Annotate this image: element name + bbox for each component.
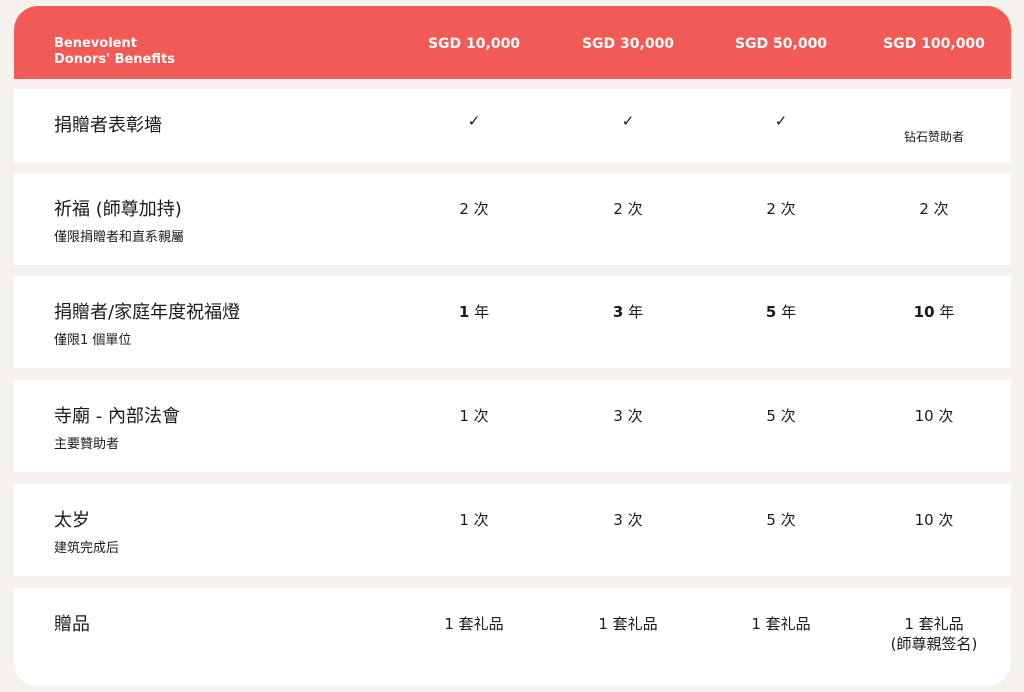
cell-number: 3 — [612, 303, 624, 321]
row-sublabel: 僅限捐贈者和直系親屬 — [54, 230, 185, 245]
row-cell: 1 套礼品 — [751, 615, 811, 633]
row-label: 贈品 — [54, 614, 90, 635]
gift-text: 1 套礼品 — [904, 615, 964, 633]
row-cell: 5 年 — [704, 302, 858, 322]
row-label: 寺廟 - 內部法會 — [54, 406, 180, 427]
table-row: 捐贈者/家庭年度祝福燈 僅限1 個單位 1 年 3 年 5 年 10 年 — [14, 276, 1011, 368]
row-cell: 2 次 — [613, 200, 643, 218]
table-row: 捐贈者表彰墻 ✓ ✓ ✓ 钻石赞助者 — [14, 89, 1011, 163]
cell-unit: 年 — [781, 303, 797, 321]
check-icon: ✓ — [774, 112, 788, 130]
row-label: 祈福 (師尊加持) — [54, 199, 182, 220]
row-cell: 3 次 — [613, 511, 643, 529]
row-cell: 5 次 — [766, 511, 796, 529]
row-sublabel: 主要贊助者 — [54, 437, 120, 452]
row-cell: 3 次 — [613, 407, 643, 425]
tier-30000: SGD 30,000 — [581, 36, 675, 52]
row-cell: 钻石赞助者 — [903, 130, 964, 144]
row-cell: 2 次 — [459, 200, 489, 218]
table-row: 寺廟 - 內部法會 主要贊助者 1 次 3 次 5 次 10 次 — [14, 380, 1011, 472]
table-header: Benevolent Donors' Benefits SGD 10,000 S… — [14, 6, 1011, 79]
header-title-line1: Benevolent — [54, 36, 137, 51]
check-icon: ✓ — [467, 112, 481, 130]
row-label: 捐贈者表彰墻 — [54, 115, 162, 136]
cell-unit: 年 — [939, 303, 955, 321]
check-icon: ✓ — [621, 112, 635, 130]
tier-100000: SGD 100,000 — [883, 36, 985, 52]
row-sublabel: 僅限1 個單位 — [54, 333, 132, 348]
row-label: 太岁 — [54, 510, 90, 531]
row-cell: 1 年 — [397, 302, 551, 322]
row-cell: 10 次 — [914, 407, 954, 425]
header-title-line2: Donors' Benefits — [54, 52, 175, 67]
table-row: 太岁 建筑完成后 1 次 3 次 5 次 10 次 — [14, 484, 1011, 576]
row-cell: 1 套礼品 (師尊親签名) — [857, 614, 1011, 654]
cell-number: 10 — [913, 303, 935, 321]
gift-note: (師尊親签名) — [890, 635, 978, 653]
row-cell: 2 次 — [919, 200, 949, 218]
header-title: Benevolent Donors' Benefits — [54, 36, 175, 68]
row-cell: 1 次 — [459, 407, 489, 425]
tier-10000: SGD 10,000 — [427, 36, 521, 52]
row-label: 捐贈者/家庭年度祝福燈 — [54, 302, 241, 323]
cell-number: 5 — [765, 303, 777, 321]
table-row: 祈福 (師尊加持) 僅限捐贈者和直系親屬 2 次 2 次 2 次 2 次 — [14, 173, 1011, 265]
row-cell: 1 套礼品 — [598, 615, 658, 633]
cell-unit: 年 — [628, 303, 644, 321]
tier-50000: SGD 50,000 — [734, 36, 828, 52]
row-cell: 10 年 — [857, 302, 1011, 322]
benefits-table: Benevolent Donors' Benefits SGD 10,000 S… — [14, 6, 1011, 686]
row-cell: 5 次 — [766, 407, 796, 425]
cell-unit: 年 — [474, 303, 490, 321]
row-cell: 2 次 — [766, 200, 796, 218]
table-row: 贈品 1 套礼品 1 套礼品 1 套礼品 1 套礼品 (師尊親签名) — [14, 588, 1011, 686]
row-cell: 1 套礼品 — [444, 615, 504, 633]
row-cell: 3 年 — [551, 302, 705, 322]
row-sublabel: 建筑完成后 — [54, 541, 120, 556]
row-cell: 1 次 — [459, 511, 489, 529]
cell-number: 1 — [458, 303, 470, 321]
row-cell: 10 次 — [914, 511, 954, 529]
